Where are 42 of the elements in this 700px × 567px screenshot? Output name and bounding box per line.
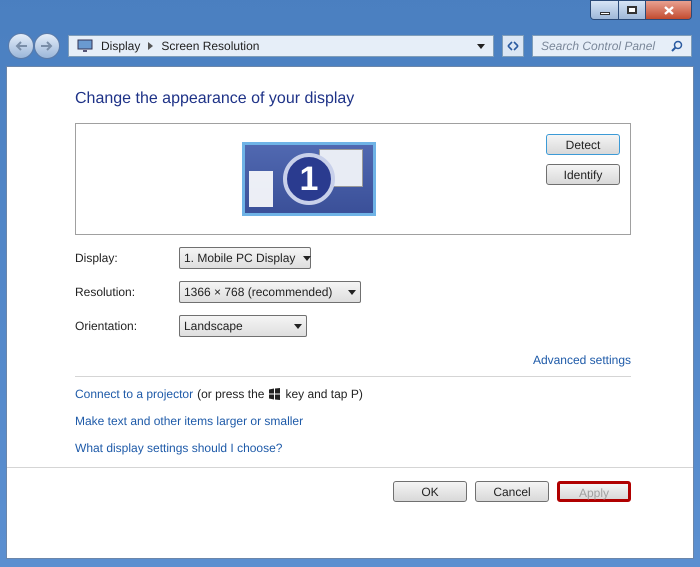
minimize-button[interactable]: [591, 1, 618, 19]
forward-button[interactable]: [34, 33, 60, 59]
panel-button[interactable]: Detect: [546, 134, 620, 155]
display-number-badge: 1: [283, 153, 335, 205]
dropdown[interactable]: Landscape: [179, 315, 307, 337]
chevron-right-icon: [148, 42, 154, 50]
close-icon: [664, 6, 674, 14]
refresh-button[interactable]: [502, 35, 524, 57]
caret-icon: [303, 256, 312, 260]
forward-arrow-icon: [41, 41, 53, 51]
dialog-button[interactable]: Cancel: [475, 481, 549, 502]
caret-icon: [477, 44, 485, 48]
search-icon: [671, 40, 683, 52]
close-button[interactable]: [645, 1, 691, 19]
field-label: Orientation:: [75, 318, 138, 335]
help-link[interactable]: What display settings should I choose?: [75, 441, 282, 455]
caret-icon: [294, 324, 302, 328]
search-input[interactable]: Search Control Panel: [541, 37, 671, 55]
back-arrow-icon: [15, 41, 27, 51]
mini-window-drawing: [249, 171, 273, 207]
back-button[interactable]: [8, 33, 34, 59]
dropdown[interactable]: 1366 × 768 (recommended): [179, 281, 361, 303]
dropdown[interactable]: 1. Mobile PC Display: [179, 247, 311, 269]
help-link[interactable]: Make text and other items larger or smaller: [75, 414, 304, 428]
address-bar[interactable]: Display Screen Resolution: [68, 35, 494, 57]
projector-link[interactable]: Connect to a projector: [75, 385, 194, 403]
breadcrumb-item[interactable]: Screen Resolution: [161, 37, 260, 55]
field-label: Display:: [75, 250, 119, 267]
field-label: Resolution:: [75, 284, 136, 301]
page-heading: Change the appearance of your display: [75, 89, 356, 109]
search-field[interactable]: Search Control Panel: [532, 35, 692, 57]
monitor-drawing[interactable]: 1: [242, 142, 376, 216]
panel-button[interactable]: Identify: [546, 164, 620, 185]
key-hint-text: key and tap P): [285, 386, 363, 403]
monitor-icon: [77, 39, 93, 53]
breadcrumb-item[interactable]: Display: [101, 37, 140, 55]
key-hint-text: (or press the: [197, 386, 264, 403]
dialog-button[interactable]: OK: [393, 481, 467, 502]
maximize-button[interactable]: [618, 1, 645, 19]
caret-icon: [348, 290, 356, 294]
advanced-settings-link[interactable]: Advanced settings: [532, 351, 631, 369]
windows-logo-icon: [268, 388, 282, 400]
